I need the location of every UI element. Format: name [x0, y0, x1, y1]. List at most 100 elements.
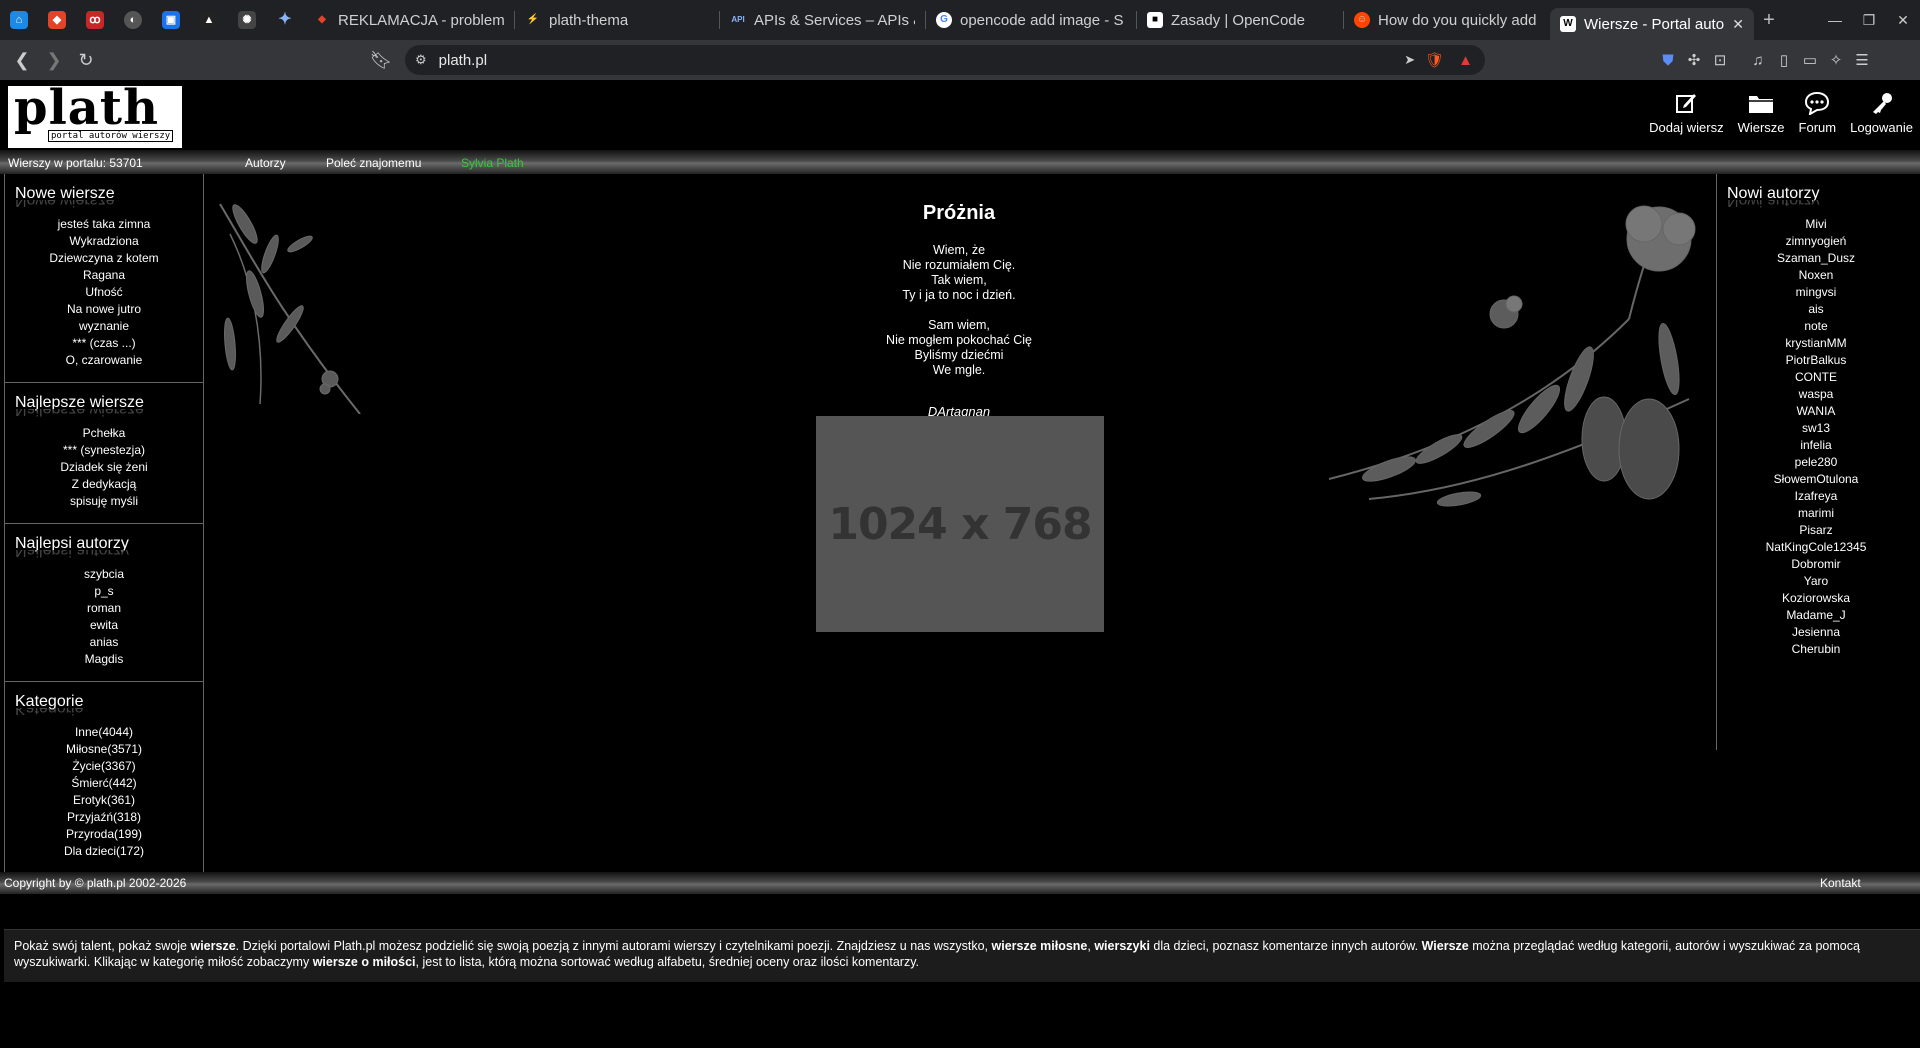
poem-link[interactable]: Z dedykacją	[5, 476, 203, 493]
poem-link[interactable]: jesteś taka zimna	[5, 216, 203, 233]
forward-button[interactable]: ❯	[38, 44, 70, 76]
extensions-icon[interactable]: ✣	[1681, 47, 1707, 73]
author-link[interactable]: anias	[5, 634, 203, 651]
author-link[interactable]: marimi	[1717, 505, 1915, 522]
author-link[interactable]: szybcia	[5, 566, 203, 583]
menu-icon[interactable]: ☰	[1849, 47, 1875, 73]
author-link[interactable]: p_s	[5, 583, 203, 600]
poem-link[interactable]: Dziewczyna z kotem	[5, 250, 203, 267]
author-link[interactable]: PiotrBalkus	[1717, 352, 1915, 369]
category-link[interactable]: Przyjaźń(318)	[5, 809, 203, 826]
author-link[interactable]: Dobromir	[1717, 556, 1915, 573]
author-link[interactable]: Koziorowska	[1717, 590, 1915, 607]
close-window-button[interactable]: ✕	[1886, 12, 1920, 29]
category-link[interactable]: Przyroda(199)	[5, 826, 203, 843]
poem-link[interactable]: O, czarowanie	[5, 352, 203, 369]
category-link[interactable]: Dla dzieci(172)	[5, 843, 203, 860]
author-link[interactable]: CONTE	[1717, 369, 1915, 386]
tab-apis[interactable]: API APIs & Services – APIs &	[720, 4, 925, 36]
author-link[interactable]: Madame_J	[1717, 607, 1915, 624]
author-link[interactable]: Magdis	[5, 651, 203, 668]
featured-author-link[interactable]: Sylvia Plath	[461, 156, 524, 170]
back-button[interactable]: ❮	[6, 44, 38, 76]
category-link[interactable]: Inne(4044)	[5, 724, 203, 741]
nav-forum[interactable]: Forum	[1799, 90, 1836, 135]
contact-link[interactable]: Kontakt	[1820, 876, 1861, 890]
bookmark-icon[interactable]: 🔖︎	[365, 44, 397, 76]
bitwarden-icon[interactable]: ⛊	[1655, 47, 1681, 73]
pinned-tab-gemini[interactable]: ✦	[266, 0, 304, 40]
author-link[interactable]: Noxen	[1717, 267, 1915, 284]
author-link[interactable]: Pisarz	[1717, 522, 1915, 539]
author-link[interactable]: Mivi	[1717, 216, 1915, 233]
minimize-button[interactable]: —	[1818, 12, 1852, 28]
tab-opencode-search[interactable]: G opencode add image - S	[926, 4, 1136, 36]
nav-poems[interactable]: Wiersze	[1738, 90, 1785, 135]
leo-ai-icon[interactable]: ✧	[1823, 47, 1849, 73]
pinned-tab-app[interactable]: ꝏ	[76, 0, 114, 40]
reload-button[interactable]: ↻	[70, 44, 102, 76]
author-link[interactable]: krystianMM	[1717, 335, 1915, 352]
nav-login[interactable]: Logowanie	[1850, 90, 1913, 135]
pinned-tab-vercel[interactable]: ▲	[190, 0, 228, 40]
poem-link[interactable]: Pchełka	[5, 425, 203, 442]
address-bar[interactable]: ⚙ plath.pl ➤ 🛡︎ ▲	[405, 45, 1485, 75]
site-info-icon[interactable]: ⚙	[415, 52, 427, 68]
category-link[interactable]: Życie(3367)	[5, 758, 203, 775]
poem-link[interactable]: Wykradziona	[5, 233, 203, 250]
author-link[interactable]: Szaman_Dusz	[1717, 250, 1915, 267]
pinned-tab-home[interactable]: ⌂	[0, 0, 38, 40]
pinned-tab-globe[interactable]: ◐	[114, 0, 152, 40]
author-link[interactable]: infelia	[1717, 437, 1915, 454]
site-logo[interactable]: plath portal autorów wierszy	[8, 80, 182, 148]
tab-opencode-rules[interactable]: ■ Zasady | OpenCode	[1137, 4, 1343, 36]
author-link[interactable]: sw13	[1717, 420, 1915, 437]
author-link[interactable]: Izafreya	[1717, 488, 1915, 505]
poem-link[interactable]: Na nowe jutro	[5, 301, 203, 318]
author-link[interactable]: pele280	[1717, 454, 1915, 471]
author-link[interactable]: ewita	[5, 617, 203, 634]
category-link[interactable]: Miłosne(3571)	[5, 741, 203, 758]
author-link[interactable]: WANIA	[1717, 403, 1915, 420]
tab-wiersze-active[interactable]: W Wiersze - Portal auto ✕	[1550, 8, 1754, 40]
tab-reklamacja[interactable]: ◆ REKLAMACJA - problem	[304, 4, 514, 36]
pinned-tab-chatgpt[interactable]: ✺	[228, 0, 266, 40]
author-link[interactable]: ais	[1717, 301, 1915, 318]
screenshot-icon[interactable]: ⊡	[1707, 47, 1733, 73]
author-link[interactable]: zimnyogień	[1717, 233, 1915, 250]
restore-button[interactable]: ❐	[1852, 12, 1886, 29]
recommend-link[interactable]: Poleć znajomemu	[326, 156, 421, 170]
pinned-tab-gitlab[interactable]: ◆	[38, 0, 76, 40]
nav-add-poem[interactable]: Dodaj wiersz	[1649, 90, 1724, 135]
poem-link[interactable]: Ragana	[5, 267, 203, 284]
new-tab-button[interactable]: +	[1754, 9, 1784, 32]
send-icon[interactable]: ➤	[1404, 52, 1415, 68]
sidebar-icon[interactable]: ▯	[1771, 47, 1797, 73]
author-link[interactable]: roman	[5, 600, 203, 617]
brave-rewards-icon[interactable]: ▲	[1458, 52, 1473, 69]
tab-reddit[interactable]: ☺ How do you quickly add	[1344, 4, 1550, 36]
brave-shield-icon[interactable]: 🛡︎	[1425, 51, 1444, 69]
author-link[interactable]: mingvsi	[1717, 284, 1915, 301]
poem-link[interactable]: wyznanie	[5, 318, 203, 335]
media-icon[interactable]: ♫	[1745, 47, 1771, 73]
poem-link[interactable]: Ufność	[5, 284, 203, 301]
author-link[interactable]: Jesienna	[1717, 624, 1915, 641]
poem-link[interactable]: *** (synestezja)	[5, 442, 203, 459]
author-link[interactable]: note	[1717, 318, 1915, 335]
poem-link[interactable]: Dziadek się żeni	[5, 459, 203, 476]
author-link[interactable]: waspa	[1717, 386, 1915, 403]
author-link[interactable]: NatKingCole12345	[1717, 539, 1915, 556]
close-tab-icon[interactable]: ✕	[1724, 16, 1744, 33]
tab-plath-thema[interactable]: ⚡ plath-thema	[515, 4, 719, 36]
author-link[interactable]: Yaro	[1717, 573, 1915, 590]
author-link[interactable]: Cherubin	[1717, 641, 1915, 658]
wallet-icon[interactable]: ▭	[1797, 47, 1823, 73]
authors-link[interactable]: Autorzy	[245, 156, 286, 170]
category-link[interactable]: Erotyk(361)	[5, 792, 203, 809]
poem-link[interactable]: spisuję myśli	[5, 493, 203, 510]
author-link[interactable]: SłowemOtulona	[1717, 471, 1915, 488]
poem-link[interactable]: *** (czas ...)	[5, 335, 203, 352]
category-link[interactable]: Śmierć(442)	[5, 775, 203, 792]
pinned-tab-calendar[interactable]: ▣	[152, 0, 190, 40]
